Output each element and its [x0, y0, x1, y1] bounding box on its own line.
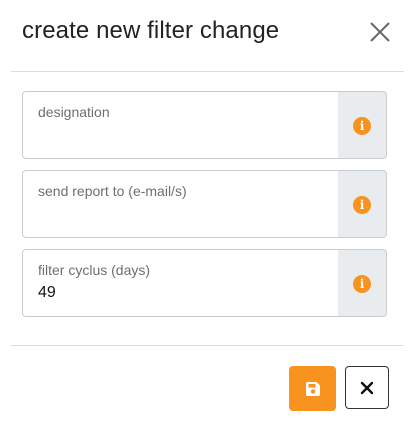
modal-header: create new filter change	[0, 0, 410, 72]
filter-cyclus-value: 49	[38, 284, 56, 301]
filter-cyclus-input[interactable]: filter cyclus (days) 49	[22, 249, 340, 317]
cancel-button[interactable]	[345, 366, 389, 409]
modal-title: create new filter change	[22, 17, 280, 44]
send-report-label: send report to (e-mail/s)	[38, 183, 187, 199]
designation-field: designation i	[22, 91, 387, 159]
info-icon[interactable]: i	[353, 196, 371, 214]
send-report-input[interactable]: send report to (e-mail/s)	[22, 170, 340, 238]
footer-divider	[11, 345, 404, 346]
close-icon[interactable]	[368, 20, 392, 44]
designation-input[interactable]: designation	[22, 91, 340, 159]
header-divider	[11, 71, 404, 72]
designation-label: designation	[38, 104, 110, 120]
filter-change-modal: create new filter change designation i s…	[0, 0, 410, 436]
close-icon	[360, 381, 374, 394]
filter-cyclus-field: filter cyclus (days) 49 i	[22, 249, 387, 317]
filter-cyclus-info-addon[interactable]: i	[338, 249, 387, 317]
info-icon[interactable]: i	[353, 117, 371, 135]
send-report-info-addon[interactable]: i	[338, 170, 387, 238]
designation-info-addon[interactable]: i	[338, 91, 387, 159]
filter-cyclus-label: filter cyclus (days)	[38, 262, 151, 278]
floppy-disk-icon	[305, 381, 320, 396]
info-icon[interactable]: i	[353, 275, 371, 293]
send-report-field: send report to (e-mail/s) i	[22, 170, 387, 238]
save-button[interactable]	[289, 366, 336, 411]
